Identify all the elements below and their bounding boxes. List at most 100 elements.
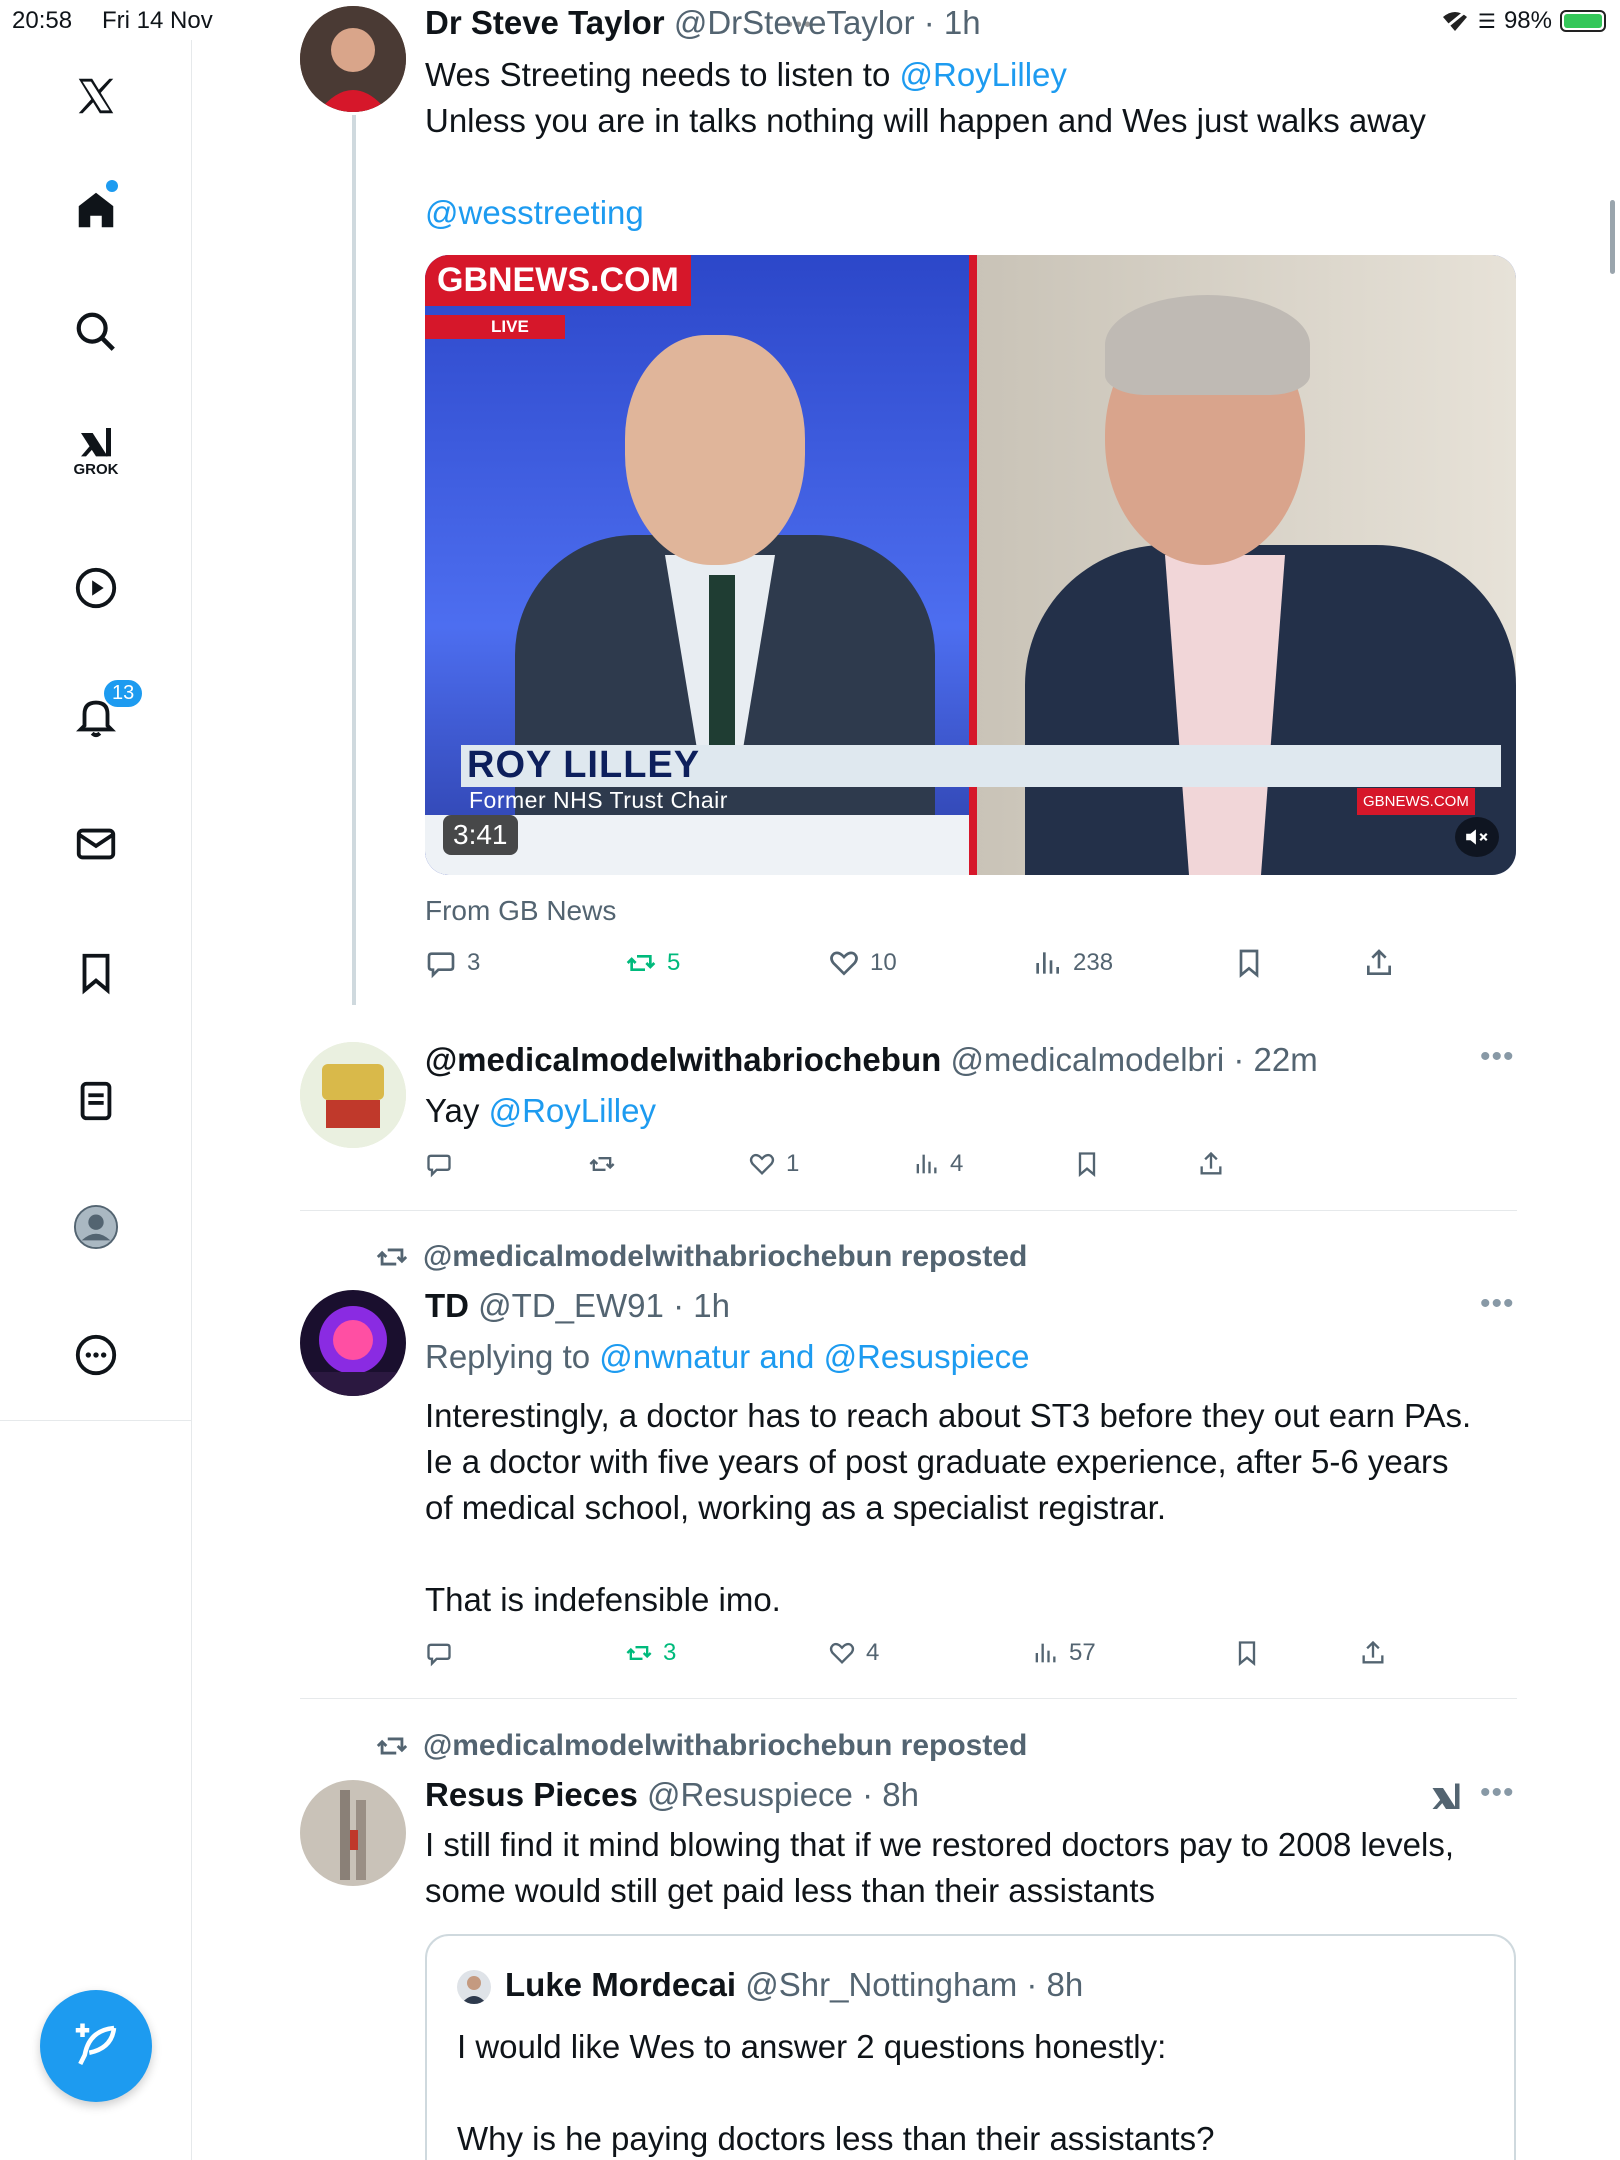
bookmark-button[interactable] <box>1073 1150 1101 1178</box>
avatar[interactable] <box>300 6 406 112</box>
tweet-text: I still find it mind blowing that if we … <box>425 1822 1454 1914</box>
views-count: 4 <box>950 1150 964 1177</box>
author-name[interactable]: TD <box>425 1287 469 1324</box>
author-handle[interactable]: @DrSteveTaylor <box>674 4 915 41</box>
reply-button[interactable] <box>425 1639 453 1667</box>
more-options-icon[interactable]: ••• <box>1480 1287 1515 1321</box>
views-count: 238 <box>1073 949 1114 976</box>
sidebar-item-home[interactable] <box>66 180 126 240</box>
repost-button[interactable]: 5 <box>625 947 680 979</box>
share-button[interactable] <box>1197 1150 1225 1178</box>
compose-button[interactable] <box>40 1990 152 2102</box>
repost-indicator[interactable]: @medicalmodelwithabriochebun reposted <box>375 1240 1027 1274</box>
avatar-image <box>300 1042 406 1148</box>
heart-icon <box>829 1642 855 1664</box>
avatar-image <box>457 1970 491 2004</box>
x-logo[interactable] <box>66 66 126 126</box>
mail-icon <box>76 828 116 860</box>
bookmark-icon <box>1239 949 1259 978</box>
sidebar-item-messages[interactable] <box>66 814 126 874</box>
tweet-text: Wes Streeting needs to listen to @RoyLil… <box>425 52 1426 236</box>
video-player[interactable]: GBNEWS.COM LIVE ROY LILLEY Former NHS Tr… <box>425 255 1516 875</box>
reply-button[interactable]: 3 <box>425 947 480 979</box>
mention-link[interactable]: @wesstreeting <box>425 190 1426 236</box>
status-date: Fri 14 Nov <box>102 7 213 34</box>
repost-icon <box>626 955 656 971</box>
sidebar-item-search[interactable] <box>66 302 126 362</box>
sidebar-item-notifications[interactable]: 13 <box>66 678 145 746</box>
author-handle[interactable]: @TD_EW91 <box>478 1287 664 1324</box>
share-icon <box>1367 949 1391 975</box>
quote-text: I would like Wes to answer 2 questions h… <box>457 2024 1215 2160</box>
quote-avatar[interactable] <box>457 1970 491 2004</box>
mention-link[interactable]: @RoyLilley <box>489 1092 656 1129</box>
quote-author-handle: @Shr_Nottingham <box>745 1966 1018 2003</box>
tweet-time: · 8h <box>862 1776 919 1813</box>
repost-label: @medicalmodelwithabriochebun reposted <box>423 1240 1028 1273</box>
views-button[interactable]: 238 <box>1031 947 1113 979</box>
tweet-text: Yay @RoyLilley <box>425 1088 656 1134</box>
corner-logo: GBNEWS.COM <box>1357 788 1475 815</box>
grok-analyze-button[interactable] <box>1428 1779 1464 1820</box>
sidebar-item-profile[interactable] <box>66 1197 126 1257</box>
views-bar-icon <box>1036 952 1059 974</box>
avatar[interactable] <box>300 1780 406 1886</box>
views-button[interactable]: 4 <box>912 1150 963 1178</box>
tweet-header: @medicalmodelwithabriochebun @medicalmod… <box>425 1041 1318 1079</box>
like-button[interactable]: 10 <box>828 947 897 979</box>
sidebar: GROK 13 <box>0 40 192 2160</box>
sidebar-item-bookmarks[interactable] <box>66 943 126 1003</box>
author-handle[interactable]: @medicalmodelbri <box>950 1041 1224 1078</box>
mention-link[interactable]: @RoyLilley <box>900 56 1067 93</box>
repost-indicator[interactable]: @medicalmodelwithabriochebun reposted <box>375 1729 1027 1763</box>
tweet-time: · 22m <box>1233 1041 1318 1078</box>
avatar[interactable] <box>300 1290 406 1396</box>
mute-button[interactable] <box>1455 817 1499 857</box>
repost-icon <box>376 1737 408 1755</box>
bookmark-icon <box>1238 1641 1256 1666</box>
like-button[interactable]: 1 <box>748 1150 799 1178</box>
share-icon <box>1200 1151 1222 1175</box>
author-handle[interactable]: @Resuspiece <box>647 1776 853 1813</box>
list-icon: ☰ <box>1478 10 1496 33</box>
quoted-tweet[interactable]: Luke Mordecai @Shr_Nottingham · 8h I wou… <box>425 1934 1516 2160</box>
views-button[interactable]: 57 <box>1031 1639 1096 1667</box>
more-options-icon[interactable]: ••• <box>1480 1040 1515 1074</box>
quote-header: Luke Mordecai @Shr_Nottingham · 8h <box>505 1966 1083 2004</box>
author-name[interactable]: Resus Pieces <box>425 1776 638 1813</box>
mention-link[interactable]: @nwnatur and @Resuspiece <box>599 1338 1029 1375</box>
sidebar-item-lists[interactable] <box>66 1071 126 1131</box>
tweet-text-line: Ie a doctor with five years of post grad… <box>425 1443 1449 1480</box>
repost-icon <box>376 1248 408 1266</box>
sidebar-item-video[interactable] <box>66 558 126 618</box>
bookmark-button[interactable] <box>1233 947 1265 979</box>
sidebar-item-grok[interactable]: GROK <box>66 420 126 480</box>
source-label: From GB News <box>425 895 617 926</box>
author-name[interactable]: @medicalmodelwithabriochebun <box>425 1041 941 1078</box>
share-button[interactable] <box>1363 947 1395 979</box>
more-options-icon[interactable]: ••• <box>1480 1776 1515 1810</box>
bookmark-button[interactable] <box>1233 1639 1261 1667</box>
avatar-image <box>300 1780 406 1886</box>
video-duration: 3:41 <box>443 815 518 855</box>
views-count: 57 <box>1069 1639 1096 1666</box>
reply-button[interactable] <box>425 1150 453 1178</box>
avatar[interactable] <box>300 1042 406 1148</box>
home-unread-dot <box>106 180 118 192</box>
bookmark-icon <box>1078 1152 1096 1177</box>
replying-prefix: Replying to <box>425 1338 600 1375</box>
thread-line <box>352 115 356 1005</box>
like-button[interactable]: 4 <box>828 1639 879 1667</box>
like-count: 1 <box>786 1150 800 1177</box>
author-name[interactable]: Dr Steve Taylor <box>425 4 665 41</box>
share-button[interactable] <box>1359 1639 1387 1667</box>
bookmark-icon <box>82 953 110 995</box>
profile-avatar-icon <box>73 1204 119 1250</box>
repost-count: 3 <box>663 1639 677 1666</box>
search-icon <box>76 312 115 351</box>
reply-icon <box>427 1154 451 1178</box>
sidebar-item-more[interactable] <box>66 1325 126 1385</box>
repost-button[interactable] <box>588 1150 616 1178</box>
scrollbar-thumb[interactable] <box>1610 200 1615 274</box>
repost-button[interactable]: 3 <box>625 1639 676 1667</box>
